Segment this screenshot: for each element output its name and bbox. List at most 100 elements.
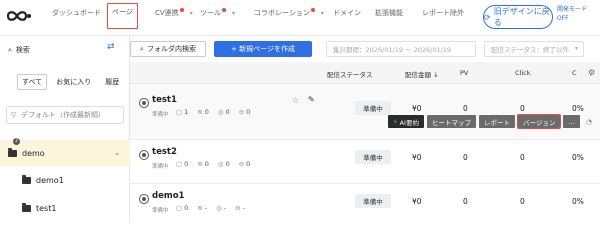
nav-extensions[interactable]: 拡張機能 [375, 8, 403, 18]
sidebar: ⌕ 検索 ⇄ すべて お気に入り 履歴 ▽ デフォルト（作成最新順） 2 dem… [0, 36, 130, 222]
ai-summary-button[interactable]: ⚡ AI要約 [388, 115, 424, 128]
wifi-icon: ≋ [197, 204, 203, 212]
nav-cv[interactable]: CV連携 ▾ [155, 8, 193, 18]
table-header: 配信ステータス 配信金額 ↓ PV Click C ⚙ [130, 62, 600, 84]
folder-item-demo[interactable]: 2 demo ⌄ [0, 138, 130, 166]
gear-icon[interactable]: ⚙ [588, 68, 595, 77]
folder-item-test1[interactable]: test1 [0, 200, 130, 216]
filter-icon: ▽ [11, 111, 17, 119]
sidebar-filter-tabs: すべて お気に入り 履歴 [17, 74, 124, 90]
target-icon: ◎ [217, 108, 224, 116]
clock-icon[interactable]: ◔ [586, 118, 592, 126]
version-button[interactable]: バージョン [516, 114, 562, 129]
target-icon: ◎ [217, 160, 224, 168]
table-row[interactable]: test2 準備中 ▢ 0 ≋ 0 ◎ 0 ⊖ 0 準備中 ¥0 0 0 0% [130, 140, 600, 184]
target-icon: ◎ [216, 204, 222, 212]
sparkle-icon: ⚡ [393, 117, 398, 126]
status-badge: 準備中 [355, 194, 391, 208]
page-status-sub: 準備中 [152, 112, 169, 118]
amount-cell: ¥0 [412, 197, 422, 206]
top-nav: ダッシュボード ページ CV連携 ▾ ツール ▾ コラボレーション ▾ ドメイン 拡張… [0, 0, 600, 36]
link-icon: ⊖ [235, 204, 241, 212]
chevron-down-icon: ▾ [574, 45, 578, 52]
status-badge: 準備中 [355, 150, 391, 164]
row-hover-actions: ⚡ AI要約 ヒートマップ レポート バージョン ... [388, 114, 580, 129]
nav-collaboration[interactable]: コラボレーション ▾ [254, 8, 324, 18]
heatmap-button[interactable]: ヒートマップ [426, 115, 476, 128]
page-icon: ▢ [176, 108, 183, 116]
folder-icon [8, 147, 17, 157]
pv-cell: 0 [463, 153, 468, 162]
chevron-down-icon: ▾ [189, 10, 193, 17]
link-icon: ⊖ [238, 108, 245, 116]
new-page-button[interactable]: + 新規ページを作成 [214, 41, 312, 57]
click-cell: 0 [520, 153, 525, 162]
table-row[interactable]: demo1 準備中 ▢ 0 ≋ - ◎ - ⊖ - 準備中 ¥0 0 0 0% [130, 184, 600, 222]
amount-cell: ¥0 [412, 104, 422, 113]
main-toolbar: ⌕ フォルダ内検索 + 新規ページを作成 集計期間：2026/01/19 ～ 2… [130, 36, 600, 62]
page-name[interactable]: test1 [152, 95, 177, 105]
tab-all[interactable]: すべて [17, 74, 48, 90]
rate-cell: 0% [572, 104, 584, 113]
status-filter-select[interactable]: 配信ステータス：終了以外 ▾ [484, 41, 584, 57]
chevron-down-icon: ▾ [320, 10, 324, 17]
tab-history[interactable]: 履歴 [100, 74, 124, 90]
folder-manage-icon[interactable]: ⇄ [107, 42, 121, 56]
edit-icon[interactable]: ✎ [308, 95, 315, 104]
amount-cell: ¥0 [412, 153, 422, 162]
col-status[interactable]: 配信ステータス [327, 69, 373, 79]
page-type-icon [139, 194, 149, 204]
notification-dot [179, 8, 184, 12]
folder-item-demo1[interactable]: demo1 [0, 172, 130, 188]
page-status-sub: 準備中 [152, 164, 169, 170]
folder-search-button[interactable]: ⌕ フォルダ内検索 [130, 41, 206, 57]
page-icon: ▢ [176, 204, 183, 212]
page-icon: ▢ [176, 160, 183, 168]
table-row[interactable]: test1 準備中 ▢ 1 ≋ 0 ◎ 0 ⊖ 0 ☆ ✎ 準備中 ¥0 0 0 0% … [130, 84, 600, 140]
nav-tools[interactable]: ツール ▾ [200, 8, 235, 18]
wifi-icon: ≋ [197, 108, 203, 116]
notification-dot [310, 8, 315, 12]
page-name[interactable]: test2 [152, 147, 177, 157]
app-root: ダッシュボード ページ CV連携 ▾ ツール ▾ コラボレーション ▾ ドメイン 拡張… [0, 0, 600, 222]
page-name[interactable]: demo1 [152, 191, 184, 201]
col-click[interactable]: Click [515, 69, 531, 77]
tab-favorites[interactable]: お気に入り [51, 74, 96, 90]
page-metrics: ▢ 0 ≋ 0 ◎ 0 ⊖ 0 [176, 160, 251, 168]
star-icon[interactable]: ☆ [292, 96, 299, 105]
nav-dashboard[interactable]: ダッシュボード [52, 8, 101, 18]
page-metrics: ▢ 1 ≋ 0 ◎ 0 ⊖ 0 [176, 108, 251, 116]
sidebar-search[interactable]: ⌕ 検索 [8, 42, 88, 58]
nav-domain[interactable]: ドメイン [333, 8, 361, 18]
folder-count-badge: 2 [13, 138, 20, 145]
page-status-sub: 準備中 [152, 208, 169, 214]
sort-select[interactable]: ▽ デフォルト（作成最新順） [6, 106, 124, 124]
nav-pages[interactable]: ページ [107, 3, 138, 29]
date-range-picker[interactable]: 集計期間：2026/01/19 ～ 2026/01/19 [326, 41, 476, 57]
pv-cell: 0 [463, 197, 468, 206]
page-type-icon [139, 98, 149, 108]
folder-icon [22, 202, 31, 212]
report-button[interactable]: レポート [478, 115, 515, 128]
sync-icon: ⟳ [484, 12, 491, 22]
page-metrics: ▢ 0 ≋ - ◎ - ⊖ - [176, 204, 245, 212]
col-amount[interactable]: 配信金額 ↓ [405, 69, 439, 79]
status-badge: 準備中 [355, 101, 391, 115]
brand-logo-icon[interactable] [6, 7, 32, 25]
dev-mode-toggle[interactable]: 開発モード OFF [557, 5, 587, 23]
old-design-button[interactable]: ⟳ 旧デザインに戻る [483, 5, 553, 29]
nav-report-exclusion[interactable]: レポート除外 [422, 8, 464, 18]
chevron-down-icon: ▾ [232, 10, 236, 17]
col-pv[interactable]: PV [460, 69, 468, 77]
search-icon: ⌕ [140, 44, 144, 53]
folder-icon [22, 174, 31, 184]
rate-cell: 0% [572, 197, 584, 206]
more-button[interactable]: ... [563, 115, 580, 128]
col-c[interactable]: C [572, 69, 577, 77]
page-type-icon [139, 150, 149, 160]
click-cell: 0 [520, 104, 525, 113]
click-cell: 0 [520, 197, 525, 206]
link-icon: ⊖ [238, 160, 245, 168]
chevron-down-icon[interactable]: ⌄ [114, 149, 120, 157]
search-icon: ⌕ [8, 45, 12, 54]
